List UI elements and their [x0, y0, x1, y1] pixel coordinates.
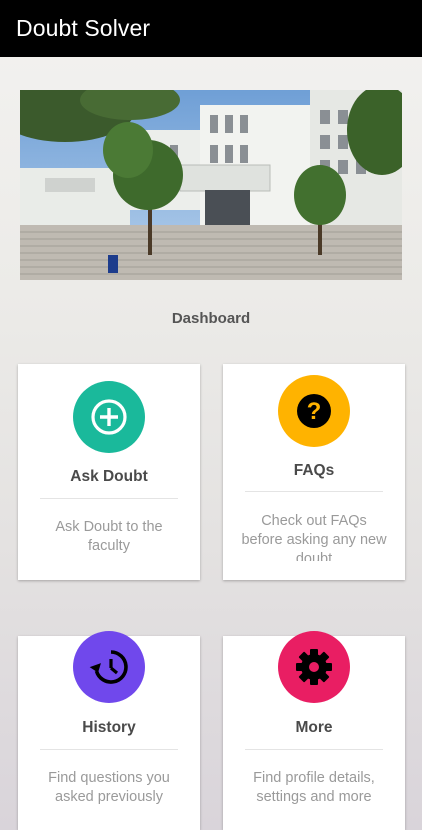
- history-card[interactable]: History Find questions you asked previou…: [18, 631, 200, 830]
- faqs-title: FAQs: [293, 462, 335, 479]
- app-title: Doubt Solver: [16, 15, 151, 41]
- more-title: More: [295, 719, 333, 736]
- dashboard-label: Dashboard: [171, 310, 251, 327]
- faqs-description: Check out FAQs before asking any new dou…: [241, 513, 387, 561]
- more-description: Find profile details, settings and more: [253, 770, 375, 805]
- ask-doubt-title: Ask Doubt: [70, 468, 148, 485]
- history-title: History: [82, 719, 136, 736]
- question-icon: ?: [278, 375, 350, 447]
- ask-doubt-description: Ask Doubt to the faculty: [55, 519, 163, 554]
- plus-circle-icon: [73, 381, 145, 453]
- history-icon: [73, 631, 145, 703]
- divider: [40, 498, 178, 499]
- divider: [245, 749, 383, 750]
- more-card[interactable]: More Find profile details, settings and …: [223, 631, 405, 830]
- divider: [245, 491, 383, 492]
- gear-icon: [278, 631, 350, 703]
- svg-text:?: ?: [307, 398, 322, 425]
- history-description: Find questions you asked previously: [48, 770, 170, 805]
- app-bar: Doubt Solver: [0, 0, 422, 57]
- faqs-card[interactable]: ? FAQs Check out FAQs before asking any …: [223, 364, 405, 580]
- ask-doubt-card[interactable]: Ask Doubt Ask Doubt to the faculty: [18, 364, 200, 580]
- divider: [40, 749, 178, 750]
- campus-banner-image: [20, 90, 402, 280]
